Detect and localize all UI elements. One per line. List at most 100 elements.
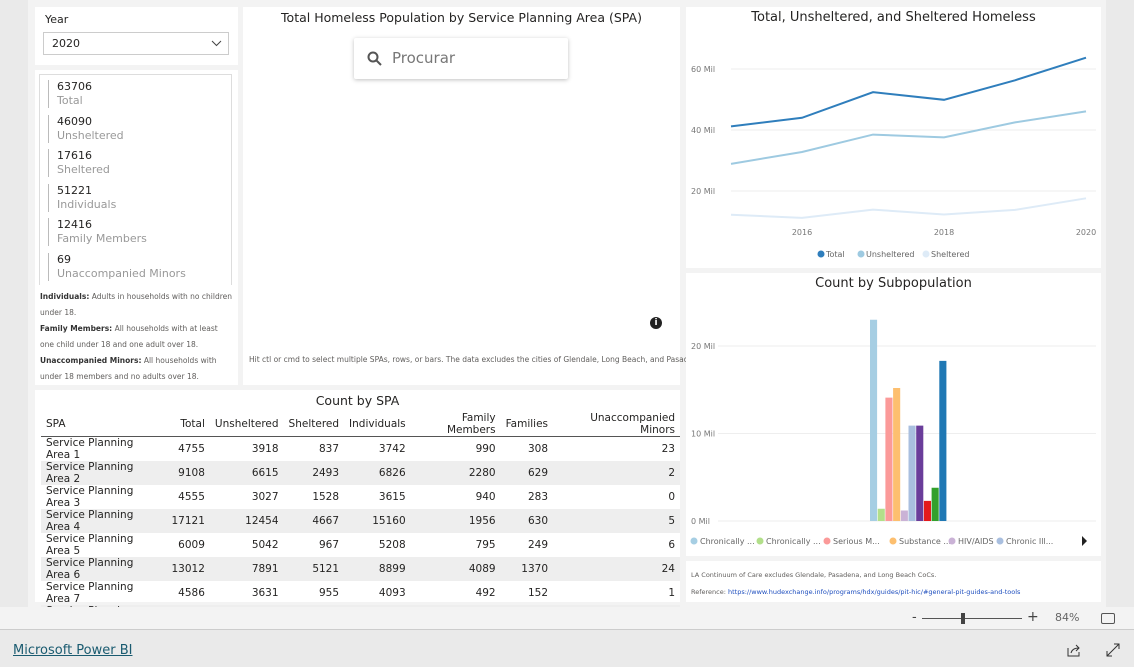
zoom-slider-handle[interactable] bbox=[961, 613, 965, 624]
reference-link[interactable]: https://www.hudexchange.info/programs/hd… bbox=[728, 588, 1020, 596]
table-cell: 2 bbox=[668, 467, 675, 479]
bar bbox=[900, 510, 908, 521]
table-cell: 0 bbox=[668, 491, 675, 503]
legend-marker bbox=[857, 250, 865, 258]
y-tick-label: 0 Mil bbox=[691, 517, 710, 526]
table-cell: 1370 bbox=[521, 563, 549, 575]
table-cell: 4755 bbox=[178, 443, 205, 455]
table-row[interactable]: Service Planning Area 6 13012 7891 5121 8899… bbox=[41, 557, 680, 581]
table-row[interactable]: Service Planning Area 5 6009 5042 967 5208 79… bbox=[41, 533, 680, 557]
table-title: Count by SPA bbox=[315, 393, 400, 408]
table-cell: 795 bbox=[475, 539, 496, 551]
fit-to-page-icon[interactable] bbox=[1101, 613, 1115, 624]
table-cell: 3615 bbox=[378, 491, 406, 503]
fullscreen-icon[interactable] bbox=[1106, 643, 1120, 657]
table-row[interactable]: Service Planning Area 3 4555 3027 1528 3615 9… bbox=[41, 485, 680, 509]
y-tick-label: 60 Mil bbox=[691, 65, 715, 74]
table-cell: 5042 bbox=[251, 539, 279, 551]
table-cell: 955 bbox=[319, 587, 340, 599]
table-row[interactable]: Service Planning Area 7 4586 3631 955 4093 49… bbox=[41, 581, 680, 605]
table-row[interactable]: Service Planning Area 1 4755 3918 837 3742 99… bbox=[41, 437, 680, 461]
legend-label: HIV/AIDS bbox=[958, 537, 994, 546]
table-cell: 9108 bbox=[178, 467, 205, 479]
footer: Microsoft Power BI bbox=[0, 631, 1134, 667]
map-footnote: Hit ctl or cmd to select multiple SPAs, … bbox=[249, 355, 705, 364]
legend-marker bbox=[756, 537, 764, 545]
table-cell: 967 bbox=[319, 539, 340, 551]
coc-note: LA Continuum of Care excludes Glendale, … bbox=[691, 571, 937, 579]
table-cell: 17121 bbox=[171, 515, 205, 527]
year-value: 2020 bbox=[52, 37, 80, 50]
info-icon[interactable]: i bbox=[650, 317, 662, 329]
zoom-slider[interactable] bbox=[922, 618, 1022, 619]
reference-label: Reference: bbox=[691, 588, 728, 596]
table-cell: 1528 bbox=[312, 491, 340, 503]
kpi-value: 51221 bbox=[57, 183, 92, 197]
zoom-out-button[interactable]: - bbox=[912, 610, 917, 625]
legend-marker bbox=[889, 537, 897, 545]
table-cell: 629 bbox=[527, 467, 549, 479]
table-cell: 7891 bbox=[251, 563, 279, 575]
column-header[interactable]: Unaccompanied Minors bbox=[553, 412, 680, 437]
table-cell: 15160 bbox=[372, 515, 406, 527]
kpi-value: 69 bbox=[57, 253, 71, 266]
column-header[interactable]: Families bbox=[501, 412, 553, 437]
table-cell: 1 bbox=[668, 587, 675, 599]
table-cell: 492 bbox=[475, 587, 496, 599]
legend-marker bbox=[922, 250, 930, 258]
power-bi-link[interactable]: Microsoft Power BI bbox=[13, 643, 132, 658]
legend-marker bbox=[817, 250, 825, 258]
bar bbox=[885, 397, 893, 521]
definition-term: Family Members: bbox=[40, 324, 113, 333]
column-header[interactable]: Family Members bbox=[411, 412, 501, 437]
column-header[interactable]: Total bbox=[163, 412, 210, 437]
definitions-note: Individuals: Adults in households with n… bbox=[35, 285, 238, 385]
kpi-label: Individuals bbox=[57, 197, 117, 211]
search-placeholder: Procurar bbox=[392, 49, 456, 67]
zoom-in-button[interactable]: + bbox=[1027, 609, 1039, 625]
definition: Family Members: All households with at l… bbox=[40, 321, 233, 353]
spa-table: Count by SPA SPA Total Unsheltered Sheltere… bbox=[35, 390, 680, 648]
table-cell: 4093 bbox=[378, 587, 406, 599]
column-header[interactable]: SPA bbox=[41, 412, 163, 437]
kpi-label: Unsheltered bbox=[57, 128, 124, 142]
table-cell: 2280 bbox=[468, 467, 496, 479]
table-row[interactable]: Service Planning Area 4 17121 12454 4667 151… bbox=[41, 509, 680, 533]
search-icon bbox=[367, 51, 382, 66]
table-cell: Service Planning Area 6 bbox=[46, 557, 134, 581]
bar bbox=[939, 360, 947, 521]
subpopulation-bar-chart: Count by Subpopulation 0 Mil 10 Mil 20 Mil… bbox=[686, 273, 1101, 556]
spa-map[interactable]: Total Homeless Population by Service Pla… bbox=[243, 7, 705, 385]
kpi-value: 17616 bbox=[57, 149, 92, 163]
legend-label: Unsheltered bbox=[866, 250, 914, 259]
map-search-input[interactable]: Procurar bbox=[354, 38, 568, 79]
year-dropdown[interactable]: 2020 bbox=[43, 32, 229, 55]
table-cell: 3918 bbox=[251, 443, 279, 455]
table-cell: 6 bbox=[668, 539, 675, 551]
column-header[interactable]: Individuals bbox=[344, 412, 411, 437]
table-cell: 5 bbox=[668, 515, 675, 527]
x-tick-label: 2018 bbox=[934, 228, 954, 237]
kpi-label: Total bbox=[57, 94, 83, 107]
share-icon[interactable] bbox=[1067, 644, 1081, 657]
kpi-value: 46090 bbox=[57, 114, 92, 128]
kpi-label: Family Members bbox=[57, 232, 147, 246]
table-cell: 13012 bbox=[171, 563, 205, 575]
legend-next-arrow-icon[interactable] bbox=[1082, 536, 1087, 546]
summary-cards: 63706 Total 46090 Unsheltered 17616 Sheltered… bbox=[35, 70, 238, 285]
column-header[interactable]: Unsheltered bbox=[210, 412, 284, 437]
column-header[interactable]: Sheltered bbox=[284, 412, 345, 437]
table-cell: 3027 bbox=[251, 491, 279, 503]
zoom-level: 84% bbox=[1055, 611, 1080, 624]
legend-marker bbox=[996, 537, 1004, 545]
table-cell: 1956 bbox=[468, 515, 496, 527]
table-cell: Service Planning Area 5 bbox=[46, 533, 134, 557]
bar bbox=[908, 425, 916, 521]
y-tick-label: 10 Mil bbox=[691, 430, 715, 439]
table-cell: 837 bbox=[319, 443, 340, 455]
table-cell: 990 bbox=[475, 443, 496, 455]
table-row[interactable]: Service Planning Area 2 9108 6615 2493 6826 2… bbox=[41, 461, 680, 485]
kpi-value: 63706 bbox=[57, 80, 92, 93]
table-cell: 12454 bbox=[245, 515, 279, 527]
slicer-label: Year bbox=[45, 13, 69, 26]
